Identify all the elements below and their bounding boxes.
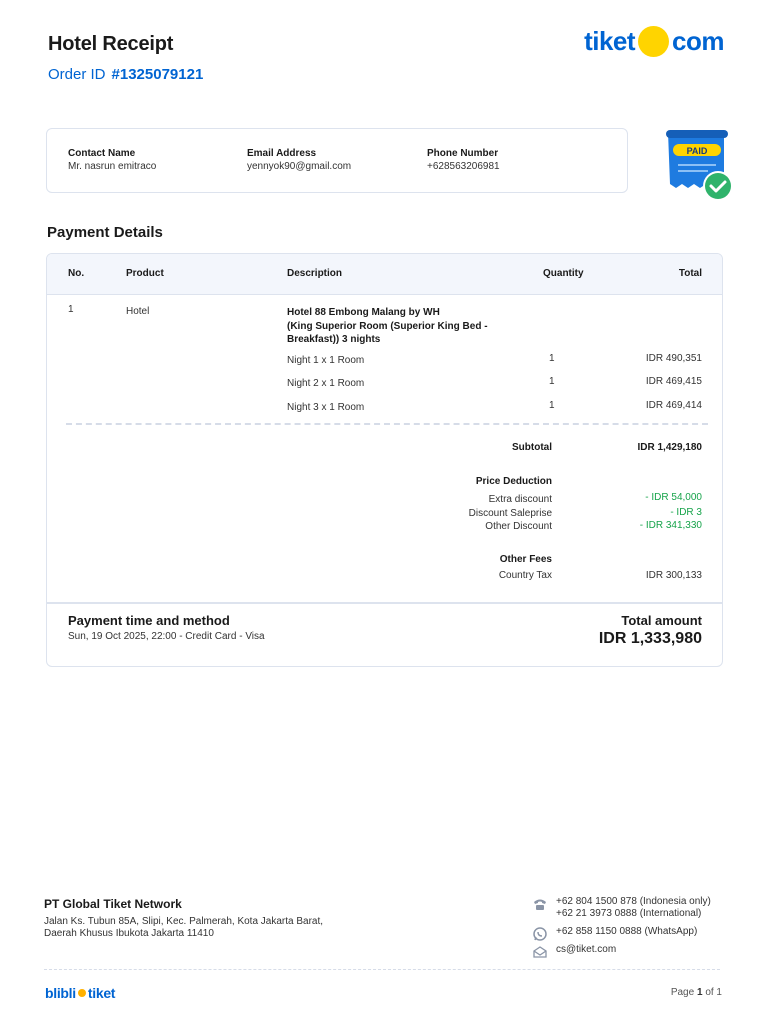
footer-dashed-divider: [44, 969, 720, 970]
deduction-label: Extra discount: [488, 494, 552, 505]
company-name: PT Global Tiket Network: [44, 897, 182, 911]
subtotal-label: Subtotal: [512, 442, 552, 453]
item-description-line: Breakfast)) 3 nights: [287, 334, 381, 345]
whatsapp-icon: [533, 927, 547, 941]
page-title: Hotel Receipt: [48, 33, 174, 55]
brand-left: blibli: [45, 985, 76, 1001]
page-current: 1: [696, 987, 703, 998]
address-line: Jalan Ks. Tubun 85A, Slipi, Kec. Palmera…: [44, 916, 324, 927]
item-description-line: Hotel 88 Embong Malang by WH: [287, 307, 440, 318]
phone-field: Phone Number +628563206981: [427, 148, 500, 172]
deduction-value: - IDR 54,000: [645, 492, 702, 503]
tiket-logo: tiket com: [584, 26, 724, 57]
item-description-line: (King Superior Room (Superior King Bed -: [287, 320, 488, 332]
phone-indonesia: +62 804 1500 878 (Indonesia only): [556, 896, 711, 907]
col-no: No.: [68, 268, 85, 279]
col-product: Product: [126, 268, 164, 279]
payment-method-detail: Sun, 19 Oct 2025, 22:00 - Credit Card - …: [68, 631, 265, 642]
page-label: Page: [670, 987, 695, 998]
page-of: of 1: [705, 987, 722, 998]
col-total: Total: [678, 268, 702, 279]
price-deduction-title: Price Deduction: [475, 476, 552, 487]
deduction-label: Other Discount: [485, 521, 552, 532]
night-total: IDR 469,415: [645, 376, 702, 387]
email-label: Email Address: [247, 148, 317, 159]
brand-right: tiket: [87, 985, 116, 1001]
total-amount-value: IDR 1,333,980: [598, 630, 702, 647]
logo-dot-icon: [638, 26, 670, 57]
contact-whatsapp: +62 858 1150 0888 (WhatsApp): [532, 926, 732, 941]
deduction-value: - IDR 3: [670, 507, 702, 518]
contact-info-box: Contact Name Mr. nasrun emitraco Email A…: [46, 128, 628, 193]
payment-table: No. Product Description Quantity Total 1…: [46, 253, 723, 667]
phone-label: Phone Number: [427, 148, 499, 159]
item-product: Hotel: [126, 306, 150, 317]
mail-icon: [533, 946, 547, 958]
subtotal-value: IDR 1,429,180: [637, 442, 703, 453]
contact-name-value: Mr. nasrun emitraco: [68, 161, 157, 172]
payment-method-title: Payment time and method: [68, 613, 230, 628]
night-desc: Night 3 x 1 Room: [287, 402, 365, 413]
contact-email: cs@tiket.com: [532, 944, 732, 958]
whatsapp-number: +62 858 1150 0888 (WhatsApp): [556, 926, 698, 937]
dashed-divider: [66, 423, 708, 425]
summary-divider: [47, 602, 722, 604]
email-field: Email Address yennyok90@gmail.com: [247, 148, 351, 172]
logo-text-left: tiket: [584, 26, 636, 56]
deduction-value: - IDR 341,330: [639, 520, 702, 531]
item-description: Hotel 88 Embong Malang by WH (King Super…: [287, 306, 488, 347]
item-no: 1: [68, 304, 74, 315]
blibli-tiket-logo: blibli tiket: [45, 985, 115, 1001]
night-qty: 1: [549, 376, 555, 387]
payment-details-title: Payment Details: [47, 224, 163, 241]
phone-value: +628563206981: [427, 161, 500, 172]
order-id-value: #1325079121: [111, 66, 204, 83]
support-email: cs@tiket.com: [556, 944, 617, 955]
address-line: Daerah Khusus Ibukota Jakarta 11410: [44, 928, 214, 939]
paid-receipt-icon: PAID: [660, 128, 740, 206]
total-amount-label: Total amount: [621, 613, 702, 628]
night-total: IDR 490,351: [645, 353, 702, 364]
fee-label: Country Tax: [498, 570, 552, 581]
night-total: IDR 469,414: [645, 400, 702, 411]
brand-dot-icon: [77, 989, 86, 997]
order-id-label: Order ID: [48, 66, 106, 83]
night-desc: Night 2 x 1 Room: [287, 378, 365, 389]
contact-phone-indonesia: +62 804 1500 878 (Indonesia only): [532, 896, 732, 910]
paid-badge-text: PAID: [687, 146, 708, 156]
support-contacts: +62 804 1500 878 (Indonesia only) +62 21…: [532, 896, 732, 962]
email-value: yennyok90@gmail.com: [247, 161, 352, 172]
phone-international: +62 21 3973 0888 (International): [556, 908, 702, 919]
night-qty: 1: [549, 353, 555, 364]
contact-name-label: Contact Name: [68, 148, 136, 159]
contact-phone-international: +62 21 3973 0888 (International): [532, 908, 732, 920]
night-qty: 1: [549, 400, 555, 411]
logo-text-right: com: [672, 26, 724, 56]
deduction-label: Discount Saleprise: [468, 508, 552, 519]
table-header: No. Product Description Quantity Total: [47, 254, 722, 295]
page-indicator: Page 1 of 1: [671, 987, 722, 998]
col-description: Description: [287, 268, 343, 279]
company-address: Jalan Ks. Tubun 85A, Slipi, Kec. Palmera…: [44, 916, 364, 940]
fee-value: IDR 300,133: [645, 570, 702, 581]
col-quantity: Quantity: [543, 268, 584, 279]
order-id-line: Order ID #1325079121: [48, 66, 203, 83]
night-desc: Night 1 x 1 Room: [287, 355, 365, 366]
contact-name-field: Contact Name Mr. nasrun emitraco: [68, 148, 156, 172]
other-fees-title: Other Fees: [499, 554, 552, 565]
